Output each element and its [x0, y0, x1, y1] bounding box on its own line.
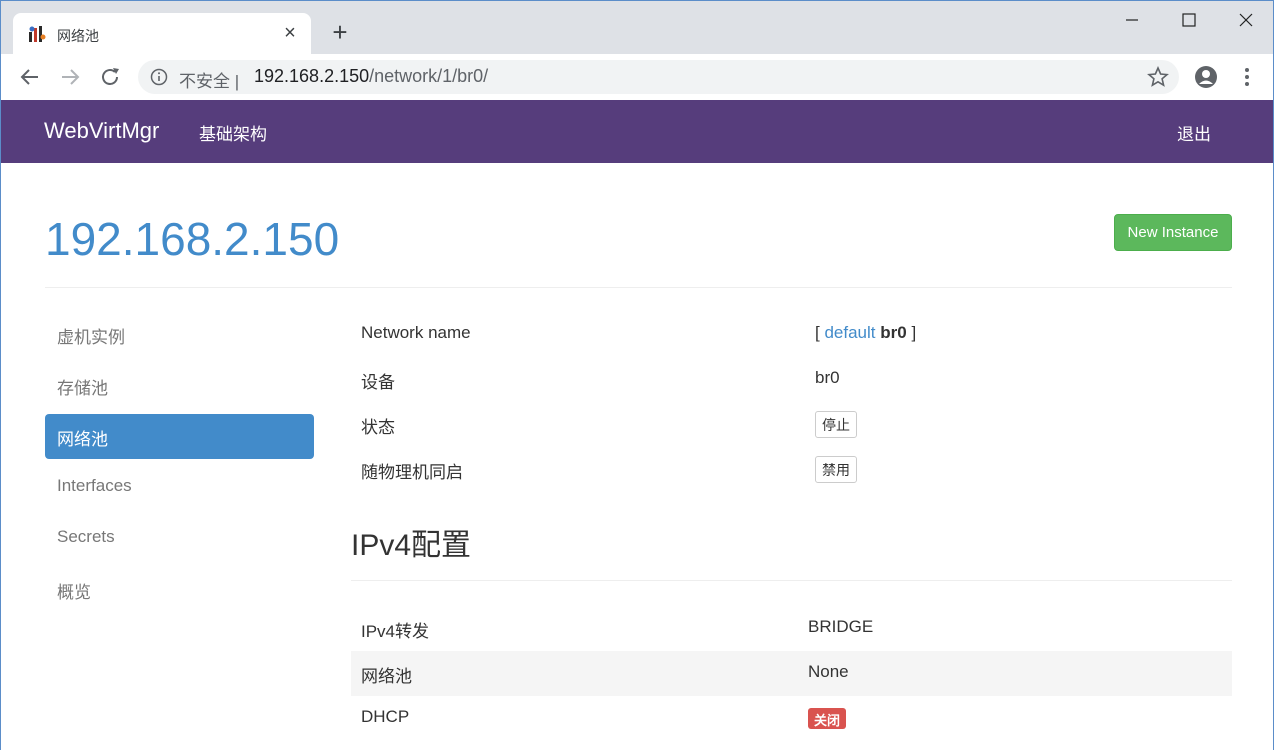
ipv4-table: IPv4转发 BRIDGE 网络池 None DHCP 关闭 — [351, 606, 1232, 741]
url-host: 192.168.2.150 — [254, 66, 370, 86]
nav-infrastructure[interactable]: 基础架构 — [199, 120, 267, 145]
page-content: WebVirtMgr 基础架构 退出 192.168.2.150 New Ins… — [0, 100, 1274, 750]
browser-tab-strip: 网络池 × + — [0, 0, 1274, 55]
page-title: 192.168.2.150 — [45, 213, 340, 265]
disable-autostart-button[interactable]: 禁用 — [815, 456, 857, 483]
divider — [351, 580, 1232, 581]
brand-link[interactable]: WebVirtMgr — [44, 118, 159, 144]
table-row: DHCP 关闭 — [351, 696, 1232, 741]
network-name-label: Network name — [361, 323, 471, 342]
window-minimize-icon[interactable] — [1109, 7, 1155, 37]
network-details: Network name [ default br0 ] 设备 br0 状态 停… — [351, 312, 1232, 581]
sidebar-item-storage[interactable]: 存储池 — [45, 363, 314, 408]
divider — [45, 287, 1232, 288]
window-maximize-icon[interactable] — [1166, 7, 1212, 37]
bookmark-star-icon[interactable] — [1147, 66, 1169, 88]
sidebar-nav: 虚机实例 存储池 网络池 Interfaces Secrets 概览 — [45, 312, 314, 618]
network-pool-value: None — [808, 662, 849, 681]
bracket-open: [ — [815, 323, 820, 342]
window-close-icon[interactable] — [1223, 7, 1269, 37]
network-name-value: [ default br0 ] — [815, 323, 916, 343]
sidebar-item-overview[interactable]: 概览 — [45, 567, 314, 612]
tab-title: 网络池 — [57, 28, 99, 44]
url-path: /network/1/br0/ — [369, 66, 489, 86]
stop-button[interactable]: 停止 — [815, 411, 857, 438]
sidebar-item-secrets[interactable]: Secrets — [45, 516, 314, 561]
browser-tab[interactable]: 网络池 × — [13, 13, 311, 55]
device-value: br0 — [815, 368, 840, 387]
url-text[interactable]: 192.168.2.150/network/1/br0/ — [254, 66, 488, 87]
table-row: IPv4转发 BRIDGE — [351, 606, 1232, 651]
browser-toolbar: 不安全 | 192.168.2.150/network/1/br0/ — [0, 54, 1274, 100]
network-pool-label: 网络池 — [361, 667, 412, 686]
sidebar-item-networks[interactable]: 网络池 — [45, 414, 314, 459]
tab-close-icon[interactable]: × — [279, 22, 301, 44]
new-instance-button[interactable]: New Instance — [1114, 214, 1232, 251]
dhcp-status-badge: 关闭 — [808, 708, 847, 729]
ipv4-forward-value: BRIDGE — [808, 617, 874, 636]
address-bar[interactable]: 不安全 | 192.168.2.150/network/1/br0/ — [138, 60, 1179, 94]
network-current-br0: br0 — [880, 323, 907, 342]
detail-row-network-name: Network name [ default br0 ] — [351, 312, 1232, 357]
new-tab-icon[interactable]: + — [327, 19, 353, 45]
sidebar-item-instances[interactable]: 虚机实例 — [45, 312, 314, 357]
insecure-label: 不安全 | — [179, 72, 240, 91]
autostart-label: 随物理机同启 — [361, 463, 463, 482]
detail-row-state: 状态 停止 — [351, 402, 1232, 447]
forward-arrow-icon[interactable] — [55, 62, 85, 92]
detail-row-autostart: 随物理机同启 禁用 — [351, 447, 1232, 492]
network-link-default[interactable]: default — [824, 323, 875, 342]
device-label: 设备 — [361, 373, 395, 392]
sidebar-item-interfaces[interactable]: Interfaces — [45, 465, 314, 510]
ipv4-forward-label: IPv4转发 — [361, 622, 430, 641]
favicon-icon — [29, 26, 46, 42]
info-icon[interactable] — [150, 68, 168, 86]
top-navbar: WebVirtMgr 基础架构 退出 — [1, 100, 1273, 163]
state-label: 状态 — [361, 418, 395, 437]
detail-row-device: 设备 br0 — [351, 357, 1232, 402]
profile-avatar-icon[interactable] — [1193, 64, 1219, 90]
back-arrow-icon[interactable] — [15, 62, 45, 92]
browser-menu-icon[interactable] — [1237, 64, 1257, 90]
bracket-close: ] — [911, 323, 917, 342]
table-row: 网络池 None — [351, 651, 1232, 696]
nav-logout[interactable]: 退出 — [1177, 120, 1211, 145]
dhcp-label: DHCP — [361, 707, 410, 726]
reload-icon[interactable] — [95, 62, 125, 92]
ipv4-section-title: IPv4配置 — [351, 529, 472, 562]
